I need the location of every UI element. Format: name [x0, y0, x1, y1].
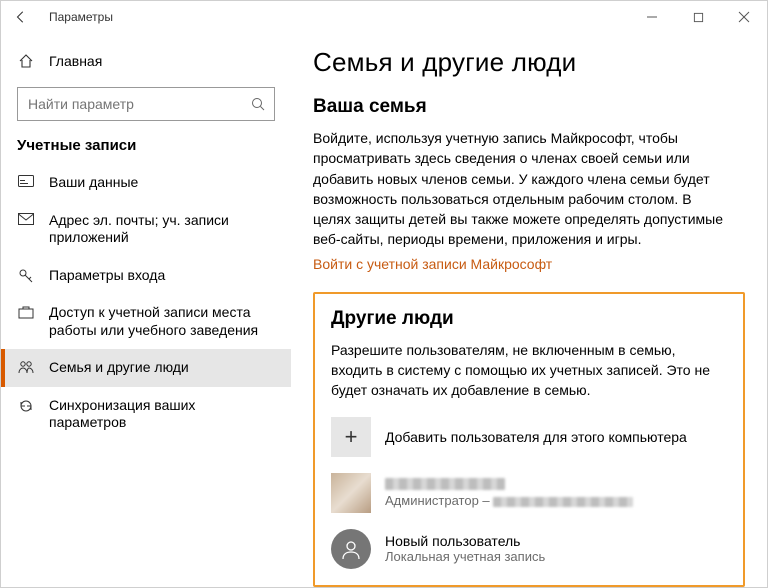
other-people-text: Разрешите пользователям, не включенным в… — [331, 340, 727, 401]
sidebar-item-sync[interactable]: Синхронизация ваших параметров — [1, 387, 291, 442]
window-controls — [629, 1, 767, 33]
mail-icon — [17, 213, 35, 225]
sidebar: Главная Учетные записи Ваши данные А — [1, 33, 291, 587]
plus-icon: + — [331, 417, 371, 457]
page-title: Семья и другие люди — [313, 47, 745, 78]
search-input[interactable] — [28, 96, 250, 112]
minimize-button[interactable] — [629, 1, 675, 33]
people-icon — [17, 360, 35, 374]
user-row-new[interactable]: Новый пользователь Локальная учетная зап… — [331, 529, 727, 569]
sidebar-item-label: Синхронизация ваших параметров — [49, 397, 275, 432]
sidebar-item-email-accounts[interactable]: Адрес эл. почты; уч. записи приложений — [1, 202, 291, 257]
sidebar-item-label: Адрес эл. почты; уч. записи приложений — [49, 212, 275, 247]
sidebar-home-label: Главная — [49, 53, 102, 69]
user-subtitle: Администратор – — [385, 493, 633, 508]
family-section-title: Ваша семья — [313, 96, 745, 118]
window-title: Параметры — [49, 10, 629, 24]
search-icon — [250, 96, 266, 112]
sync-icon — [17, 398, 35, 414]
sidebar-item-label: Семья и другие люди — [49, 359, 275, 377]
sidebar-item-work-access[interactable]: Доступ к учетной записи места работы или… — [1, 294, 291, 349]
close-button[interactable] — [721, 1, 767, 33]
body: Главная Учетные записи Ваши данные А — [1, 33, 767, 587]
user-name-redacted — [385, 477, 633, 493]
add-user-label: Добавить пользователя для этого компьюте… — [385, 429, 687, 445]
home-icon — [17, 53, 35, 69]
briefcase-icon — [17, 305, 35, 319]
avatar — [331, 473, 371, 513]
family-section-text: Войдите, используя учетную запись Майкро… — [313, 128, 733, 250]
sidebar-home[interactable]: Главная — [1, 41, 291, 81]
titlebar: Параметры — [1, 1, 767, 33]
back-button[interactable] — [9, 5, 33, 29]
sidebar-item-family[interactable]: Семья и другие люди — [1, 349, 291, 387]
key-icon — [17, 268, 35, 284]
user-subtitle: Локальная учетная запись — [385, 549, 545, 564]
content: Семья и другие люди Ваша семья Войдите, … — [291, 33, 767, 587]
sidebar-item-your-info[interactable]: Ваши данные — [1, 164, 291, 202]
sidebar-item-label: Параметры входа — [49, 267, 275, 285]
add-user-row[interactable]: + Добавить пользователя для этого компью… — [331, 417, 727, 457]
maximize-button[interactable] — [675, 1, 721, 33]
other-people-highlight: Другие люди Разрешите пользователям, не … — [313, 292, 745, 587]
other-people-title: Другие люди — [331, 308, 727, 330]
sidebar-item-label: Доступ к учетной записи места работы или… — [49, 304, 275, 339]
user-name: Новый пользователь — [385, 533, 545, 549]
sidebar-item-label: Ваши данные — [49, 174, 275, 192]
settings-window: Параметры Главная — [0, 0, 768, 588]
search-box[interactable] — [17, 87, 275, 121]
avatar-generic-icon — [331, 529, 371, 569]
user-row-admin[interactable]: Администратор – — [331, 473, 727, 513]
signin-ms-link[interactable]: Войти с учетной записи Майкрософт — [313, 256, 745, 272]
card-icon — [17, 175, 35, 187]
sidebar-item-signin-options[interactable]: Параметры входа — [1, 257, 291, 295]
sidebar-section-header: Учетные записи — [1, 131, 291, 164]
